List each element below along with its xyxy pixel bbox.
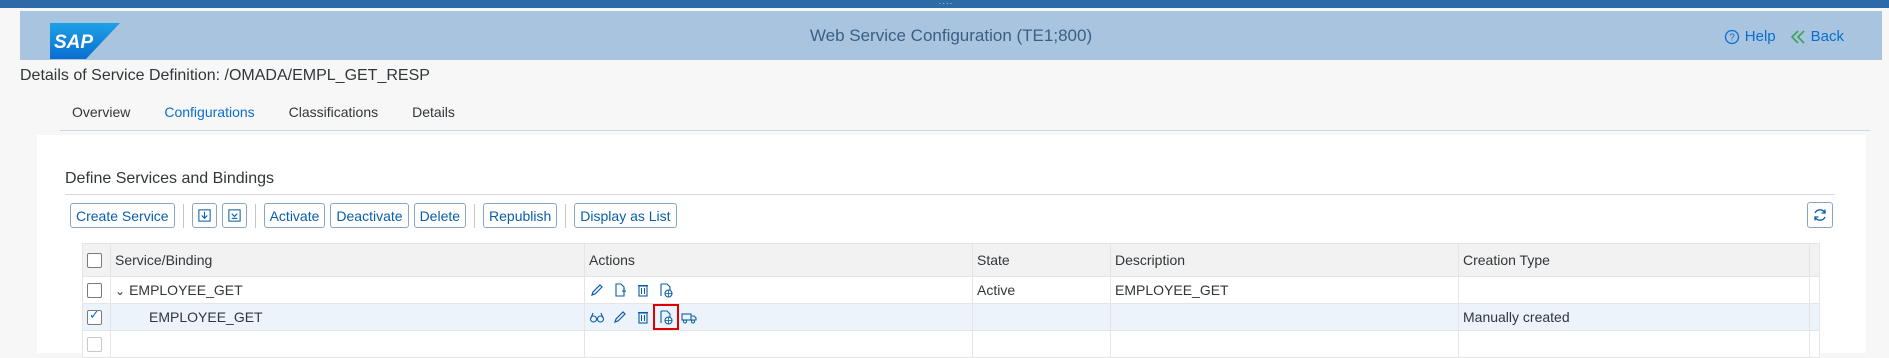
tab-details[interactable]: Details	[412, 104, 455, 128]
back-icon	[1790, 29, 1805, 44]
state-cell: Active	[972, 276, 1111, 304]
display-icon[interactable]	[589, 309, 605, 325]
expand-all-button[interactable]	[191, 203, 217, 228]
new-binding-icon[interactable]	[612, 282, 628, 298]
column-header[interactable]: Actions	[584, 243, 973, 277]
state-cell	[972, 303, 1111, 331]
toolbar-separator	[565, 203, 567, 228]
toolbar: Create Service Activate Deactivate Delet…	[70, 202, 682, 229]
republish-button[interactable]: Republish	[483, 203, 558, 228]
column-header-spacer	[1809, 243, 1820, 277]
row-actions	[589, 304, 968, 330]
chevron-down-icon[interactable]: ⌄	[115, 284, 125, 298]
section-title: Define Services and Bindings	[65, 170, 275, 187]
tabs-divider	[60, 130, 1870, 131]
column-header[interactable]: Creation Type	[1458, 243, 1810, 277]
edit-icon[interactable]	[612, 309, 628, 325]
web-service-test-icon[interactable]	[653, 304, 679, 330]
creation-type-cell	[1458, 330, 1810, 358]
shell-header: SAP Web Service Configuration (TE1;800) …	[20, 11, 1882, 60]
table-row[interactable]	[82, 330, 1820, 358]
description-cell	[1110, 303, 1459, 331]
app-title: Web Service Configuration (TE1;800)	[809, 26, 1093, 45]
collapse-all-icon	[227, 209, 241, 222]
delete-icon[interactable]	[635, 309, 651, 325]
delete-icon[interactable]	[635, 282, 651, 298]
help-button[interactable]: ? Help	[1724, 28, 1776, 45]
tab-configurations[interactable]: Configurations	[164, 104, 254, 128]
help-icon: ?	[1724, 29, 1739, 44]
tab-bar: Overview Configurations Classifications …	[72, 104, 455, 128]
toolbar-separator	[474, 203, 476, 228]
table-row[interactable]: EMPLOYEE_GET Manually created	[82, 303, 1820, 331]
deactivate-button[interactable]: Deactivate	[330, 203, 409, 228]
creation-type-cell: Manually created	[1458, 303, 1810, 331]
binding-name: EMPLOYEE_GET	[149, 309, 263, 325]
services-table: Service/Binding Actions State Descriptio…	[82, 243, 1820, 358]
table-row[interactable]: ⌄ EMPLOYEE_GET Active EMPLOYEE_GET	[82, 276, 1820, 304]
column-header[interactable]: Service/Binding	[110, 243, 585, 277]
svg-text:?: ?	[1729, 32, 1735, 43]
row-checkbox[interactable]	[87, 307, 102, 326]
display-as-list-button[interactable]: Display as List	[574, 203, 677, 228]
select-all-checkbox[interactable]	[87, 253, 102, 269]
creation-type-cell	[1458, 276, 1810, 304]
back-button[interactable]: Back	[1790, 28, 1844, 45]
create-service-button[interactable]: Create Service	[70, 203, 175, 228]
delete-button[interactable]: Delete	[413, 203, 467, 228]
toolbar-separator	[182, 203, 184, 228]
page-title: Details of Service Definition: /OMADA/EM…	[20, 67, 430, 84]
resize-grip-icon[interactable]: ····	[935, 0, 957, 8]
row-checkbox[interactable]	[87, 283, 102, 299]
table-header-row: Service/Binding Actions State Descriptio…	[82, 243, 1820, 277]
column-header[interactable]: State	[972, 243, 1111, 277]
row-actions	[589, 282, 968, 298]
web-service-test-icon[interactable]	[658, 282, 674, 298]
service-name: EMPLOYEE_GET	[129, 282, 243, 298]
transport-icon[interactable]	[681, 309, 697, 325]
collapse-all-button[interactable]	[221, 203, 247, 228]
tab-classifications[interactable]: Classifications	[289, 104, 378, 128]
select-all-cell	[82, 243, 111, 277]
edit-icon[interactable]	[589, 282, 605, 298]
toolbar-separator	[254, 203, 256, 228]
description-cell: EMPLOYEE_GET	[1110, 276, 1459, 304]
section-divider	[65, 194, 1835, 195]
service-name	[110, 330, 585, 358]
refresh-button[interactable]	[1807, 202, 1833, 228]
description-cell	[1110, 330, 1459, 358]
help-label: Help	[1744, 28, 1776, 45]
expand-all-icon	[197, 209, 211, 222]
top-bar: ····	[0, 0, 1889, 8]
back-label: Back	[1810, 28, 1844, 45]
activate-button[interactable]: Activate	[263, 203, 326, 228]
row-checkbox[interactable]	[87, 337, 102, 353]
refresh-icon	[1814, 209, 1826, 221]
tab-overview[interactable]: Overview	[72, 104, 130, 128]
column-header[interactable]: Description	[1110, 243, 1459, 277]
state-cell	[972, 330, 1111, 358]
